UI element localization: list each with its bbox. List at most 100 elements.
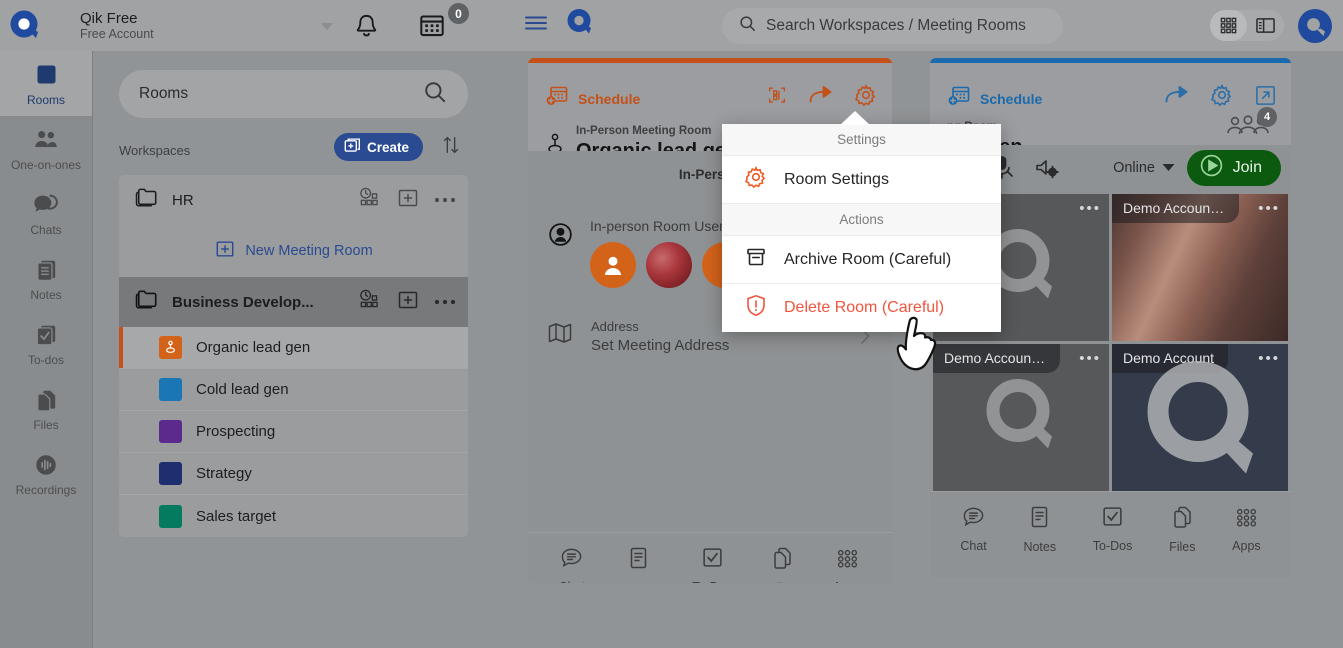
menu-item-room-settings[interactable]: Room Settings [722, 156, 1001, 204]
grid-view-icon[interactable] [1210, 10, 1247, 41]
color-swatch [159, 462, 182, 485]
panel-view-icon[interactable] [1247, 10, 1284, 41]
room-item-prospecting[interactable]: Prospecting [119, 411, 468, 453]
calendar-badge: 0 [448, 3, 469, 24]
add-calendar-icon [545, 85, 569, 112]
more-dots-icon[interactable] [434, 293, 456, 311]
sort-arrows-icon[interactable] [440, 134, 462, 161]
join-label: Join [1232, 159, 1262, 176]
footer-apps[interactable]: Apps [1232, 506, 1261, 553]
new-meeting-room-label: New Meeting Room [245, 243, 373, 259]
card-header-icons [1164, 83, 1277, 107]
footer-apps[interactable]: Apps [833, 547, 861, 583]
footer-to-dos[interactable]: To-Dos [692, 546, 732, 583]
rooms-search-box[interactable] [119, 70, 468, 118]
footer-chat[interactable]: Chat [960, 505, 987, 553]
footer-to-dos[interactable]: To-Dos [1093, 505, 1132, 553]
new-meeting-room-button[interactable]: New Meeting Room [214, 239, 373, 263]
create-workspace-button[interactable]: Create [333, 133, 423, 161]
files-icon [1171, 505, 1194, 534]
status-selector[interactable]: Online [1113, 160, 1175, 176]
more-dots-icon[interactable] [434, 191, 456, 209]
room-label: Strategy [196, 465, 252, 482]
menu-item-label: Room Settings [784, 170, 889, 188]
footer-chat[interactable]: Chat [559, 546, 585, 583]
gear-icon[interactable] [1210, 83, 1234, 107]
sidebar-item-rooms[interactable]: Rooms [0, 51, 92, 116]
account-name: Qik Free [80, 9, 138, 27]
schedule-button[interactable]: Schedule [947, 85, 1042, 112]
avatar[interactable] [590, 242, 636, 289]
add-box-icon[interactable] [396, 289, 420, 316]
footer-notes[interactable]: Notes [1023, 505, 1056, 554]
video-tile[interactable]: Demo Account ••• [1112, 344, 1288, 491]
join-button[interactable]: Join [1186, 150, 1281, 186]
add-calendar-icon [947, 85, 971, 112]
tile-more-icon[interactable]: ••• [1258, 201, 1280, 216]
color-swatch [159, 378, 182, 401]
room-item-strategy[interactable]: Strategy [119, 453, 468, 495]
sidebar-item-recordings[interactable]: Recordings [0, 441, 92, 506]
view-toggle[interactable] [1210, 10, 1284, 41]
schedule-button[interactable]: Schedule [545, 85, 640, 112]
footer-files[interactable]: Files [769, 546, 796, 583]
bell-icon[interactable] [353, 12, 380, 45]
workspace-group-hr[interactable]: HR [119, 175, 468, 225]
footer-notes[interactable]: Notes [622, 546, 655, 583]
workspace-group-business-development[interactable]: Business Develop... [119, 277, 468, 327]
sidebar-item-notes[interactable]: Notes [0, 246, 92, 311]
share-icon[interactable] [1164, 84, 1190, 106]
menu-section-actions: Actions [722, 204, 1001, 236]
menu-item-delete-room[interactable]: Delete Room (Careful) [722, 284, 1001, 332]
app-root: Qik Free Free Account 0 Rooms One-on-one… [0, 0, 1343, 648]
sidebar-item-files[interactable]: Files [0, 376, 92, 441]
tile-more-icon[interactable]: ••• [1079, 201, 1101, 216]
tile-name: Demo Account 1 [1112, 194, 1239, 223]
speaker-settings-icon[interactable] [1034, 156, 1060, 181]
todo-icon [701, 546, 724, 574]
chat-icon [961, 505, 986, 533]
history-grid-icon[interactable] [357, 288, 382, 316]
share-icon[interactable] [808, 84, 834, 106]
gear-icon[interactable] [854, 83, 878, 107]
room-item-cold-lead-gen[interactable]: Cold lead gen [119, 369, 468, 411]
user-avatar-icon[interactable] [1296, 7, 1334, 50]
footer-files[interactable]: Files [1169, 505, 1195, 554]
sidebar-item-chats[interactable]: Chats [0, 181, 92, 246]
sidebar-item-to-dos[interactable]: To-dos [0, 311, 92, 376]
room-item-sales-target[interactable]: Sales target [119, 495, 468, 537]
video-tile[interactable]: Demo Account 2 ••• [933, 344, 1109, 491]
popout-icon[interactable] [1254, 84, 1277, 107]
workspaces-label: Workspaces [119, 142, 191, 158]
chevron-down-icon[interactable] [321, 23, 333, 30]
video-tile[interactable]: Demo Account 1 ••• [1112, 194, 1288, 341]
qik-logo-icon[interactable] [566, 7, 596, 44]
menu-item-archive-room[interactable]: Archive Room (Careful) [722, 236, 1001, 284]
rooms-search-input[interactable] [139, 85, 422, 103]
main-search-box[interactable] [722, 8, 1063, 44]
sidebar-item-one-on-ones[interactable]: One-on-ones [0, 116, 92, 181]
chevron-down-icon [1162, 160, 1175, 176]
calendar-icon[interactable] [418, 12, 446, 44]
search-icon[interactable] [422, 79, 448, 110]
play-circle-icon [1199, 153, 1224, 183]
apps-grid-icon [835, 547, 860, 574]
tile-name: Demo Account 2 [933, 344, 1060, 373]
in-person-room-icon [159, 336, 182, 359]
main-search-input[interactable] [766, 17, 1047, 35]
tile-more-icon[interactable]: ••• [1079, 351, 1101, 366]
files-icon [33, 386, 59, 414]
room-item-organic-lead-gen[interactable]: Organic lead gen [119, 327, 468, 369]
avatar[interactable] [646, 242, 692, 289]
qik-logo-icon [0, 0, 52, 51]
history-grid-icon[interactable] [357, 186, 382, 214]
sidebar-label-one-on-ones: One-on-ones [10, 157, 82, 172]
schedule-label: Schedule [980, 90, 1043, 107]
room-label: Prospecting [196, 423, 276, 440]
add-box-icon[interactable] [396, 187, 420, 214]
hamburger-icon[interactable] [524, 14, 548, 37]
workspace-actions [357, 277, 456, 327]
archive-icon [744, 245, 768, 274]
qr-code-icon[interactable] [766, 84, 788, 106]
workspaces-row: Workspaces Create [119, 131, 468, 169]
